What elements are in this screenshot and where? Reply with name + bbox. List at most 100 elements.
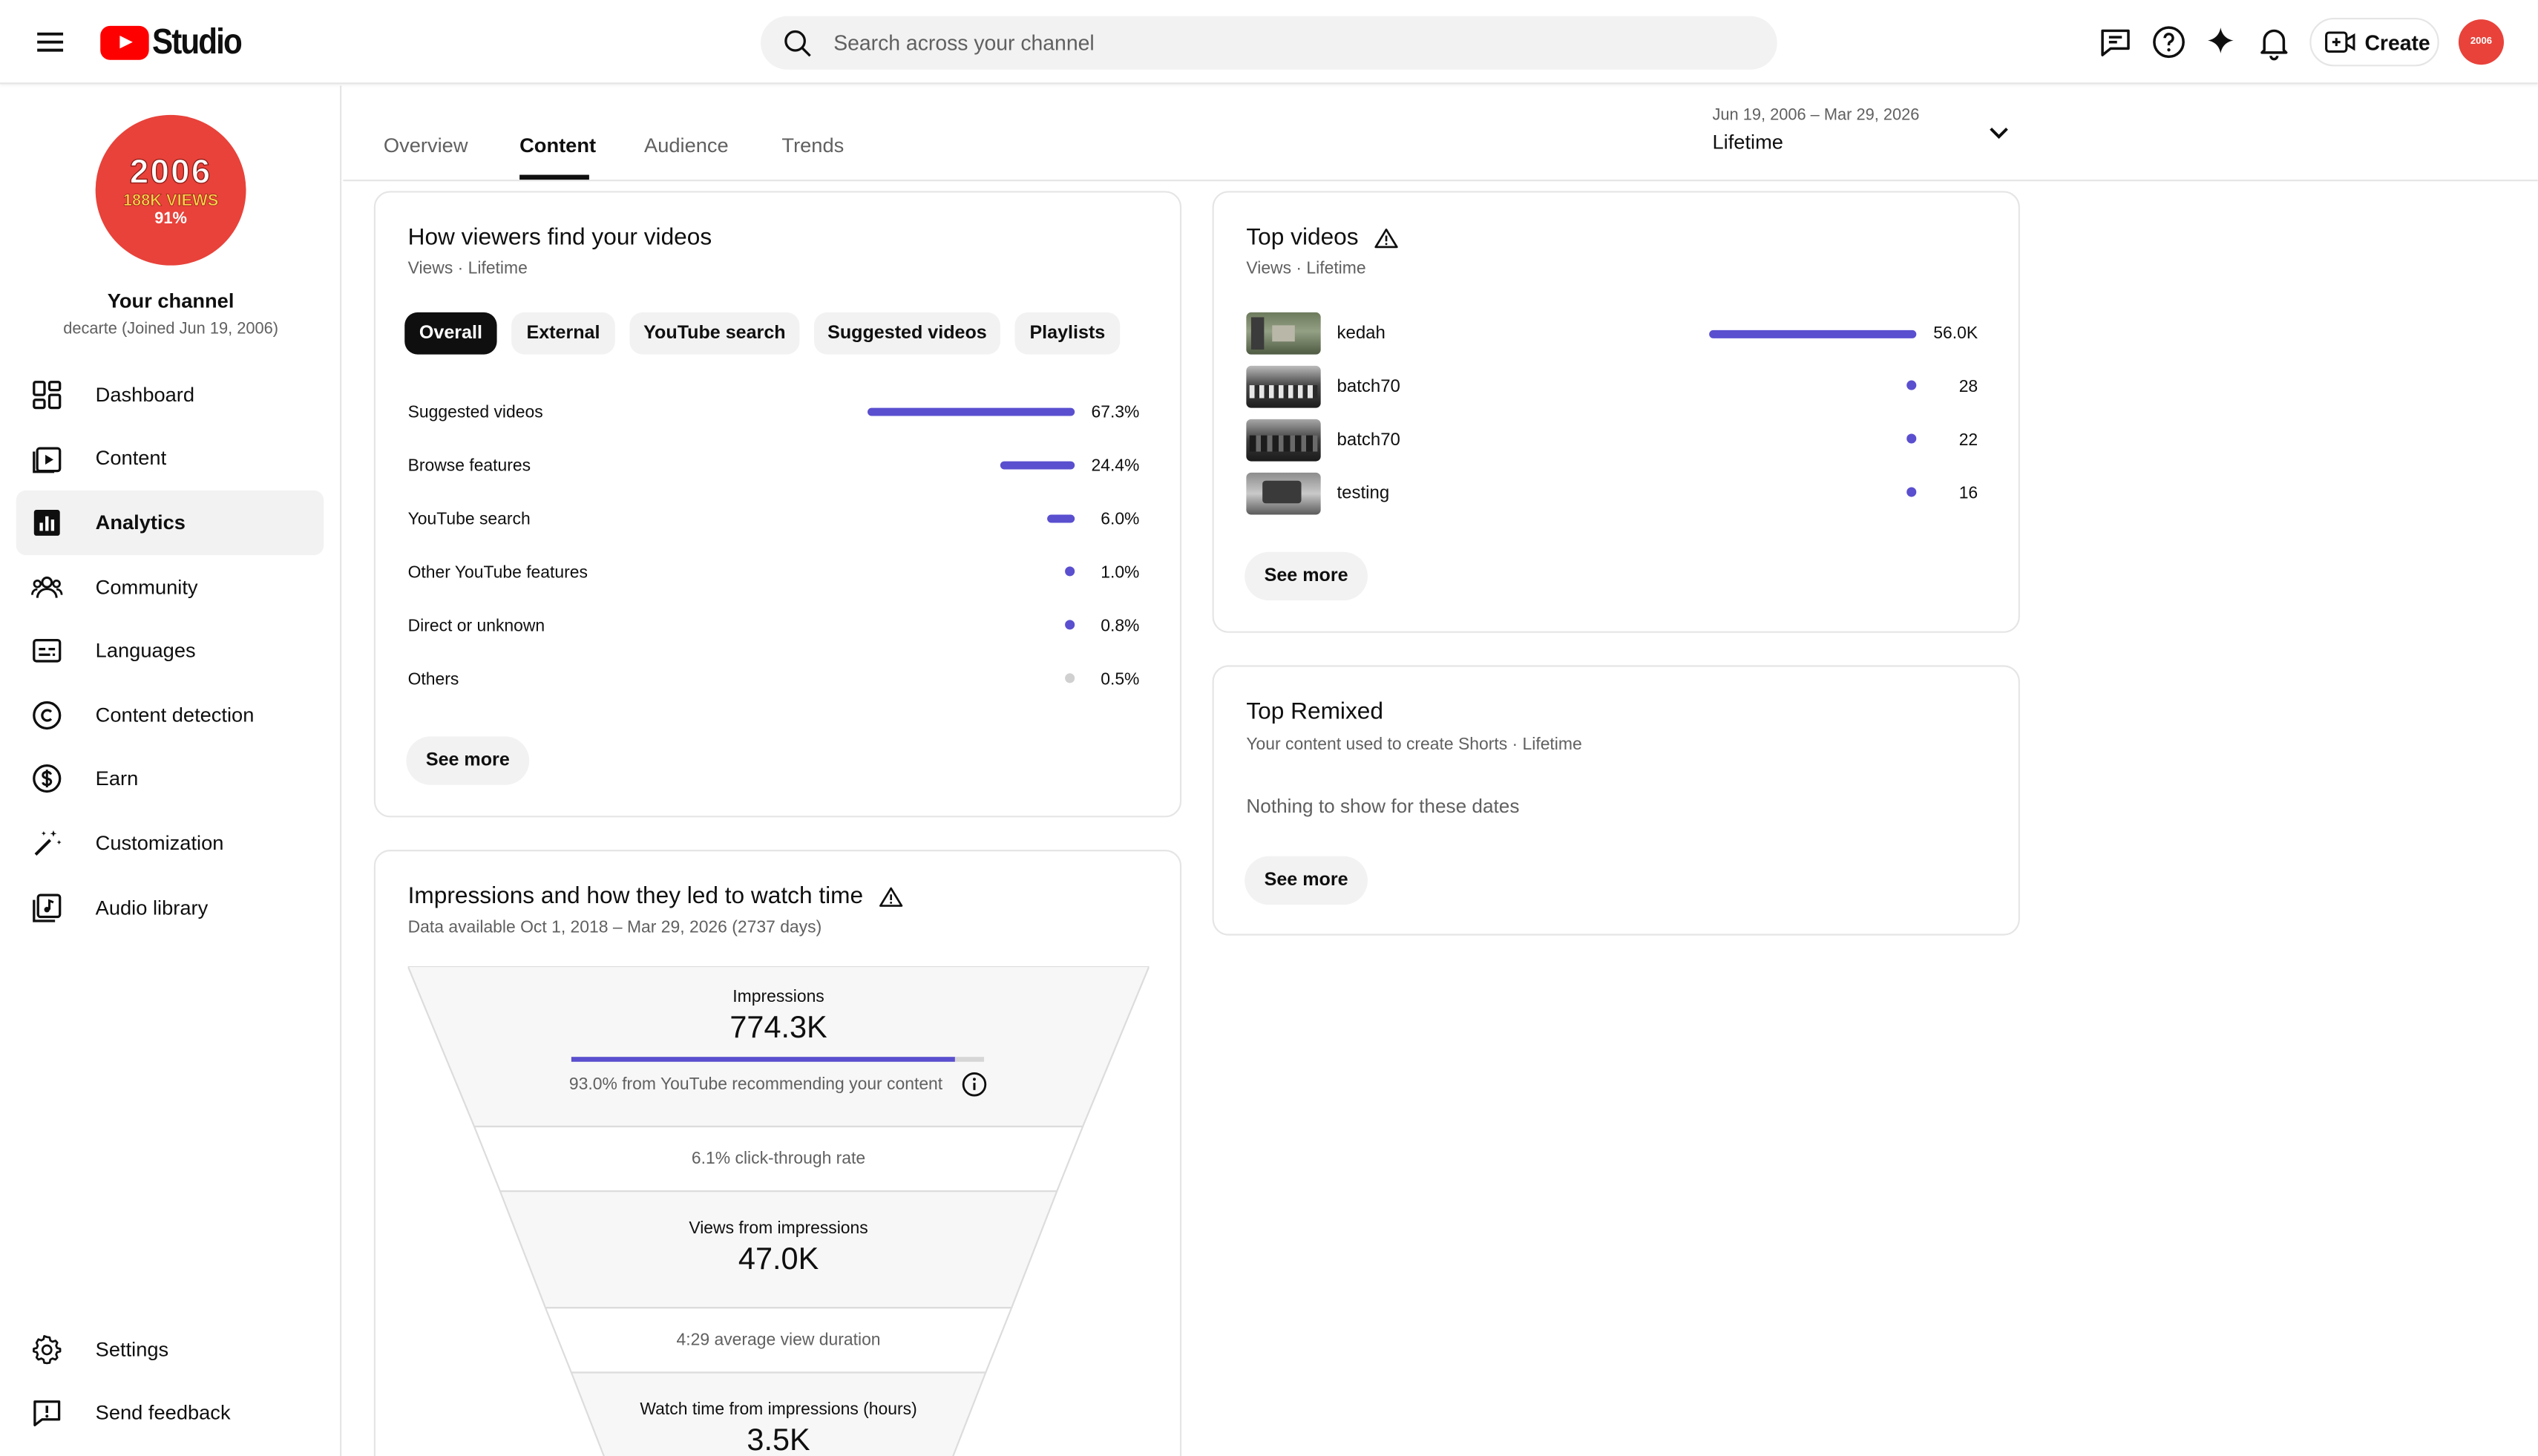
sidebar-item-dashboard[interactable]: Dashboard	[16, 363, 324, 427]
chevron-down-icon[interactable]	[1984, 118, 2013, 155]
video-thumbnail[interactable]	[1246, 365, 1321, 408]
search-input[interactable]	[833, 30, 1708, 56]
sidebar-item-label: Earn	[95, 767, 139, 791]
ideas-feedback-icon[interactable]	[2096, 23, 2134, 62]
dashboard-icon	[30, 378, 63, 411]
video-thumbnail[interactable]	[1246, 472, 1321, 515]
menu-icon[interactable]	[30, 23, 69, 62]
impressions-funnel: Impressions 774.3K 93.0% from YouTube re…	[407, 966, 1150, 1456]
tab-content[interactable]: Content	[519, 134, 596, 157]
date-range-label[interactable]: Lifetime	[1712, 131, 1783, 154]
video-title[interactable]: testing	[1337, 484, 1390, 503]
filter-playlists[interactable]: Playlists	[1014, 312, 1121, 355]
views-value: 47.0K	[738, 1243, 819, 1277]
video-title[interactable]: kedah	[1337, 324, 1386, 343]
traffic-see-more-button[interactable]: See more	[406, 736, 530, 785]
info-icon[interactable]	[962, 1072, 988, 1098]
create-label: Create	[2364, 30, 2430, 55]
top-bar: Studio Create 2006	[0, 0, 2538, 85]
active-tab-indicator	[519, 174, 589, 180]
sidebar-item-analytics[interactable]: Analytics	[16, 491, 324, 555]
top-remixed-subtitle: Your content used to create Shorts · Lif…	[1246, 735, 1582, 755]
impressions-progress	[571, 1057, 985, 1062]
warning-icon[interactable]	[1374, 226, 1399, 249]
tab-audience[interactable]: Audience	[644, 134, 729, 157]
logo-text: Studio	[152, 21, 243, 62]
traffic-row-label: Suggested videos	[407, 403, 543, 423]
sidebar-item-languages[interactable]: Languages	[16, 619, 324, 683]
sidebar-bottom-nav: Settings Send feedback	[16, 1317, 324, 1446]
impressions-label: Impressions	[732, 987, 824, 1007]
traffic-sources-subtitle: Views · Lifetime	[407, 258, 528, 279]
impressions-value: 774.3K	[729, 1011, 827, 1046]
channel-avatar-pct: 91%	[154, 209, 187, 228]
account-avatar[interactable]: 2006	[2458, 19, 2505, 65]
traffic-sources-title-text: How viewers find your videos	[407, 225, 712, 252]
create-video-icon	[2325, 31, 2355, 53]
top-remixed-card: Top Remixed Your content used to create …	[1212, 665, 2020, 936]
funnel-subtitle: Data available Oct 1, 2018 – Mar 29, 202…	[407, 917, 822, 937]
channel-name: Your channel	[107, 289, 235, 312]
tab-trends[interactable]: Trends	[781, 134, 844, 157]
sidebar-item-audio-library[interactable]: Audio library	[16, 875, 324, 939]
date-range-text[interactable]: Jun 19, 2006 – Mar 29, 2026	[1712, 107, 1919, 125]
traffic-row-label: YouTube search	[407, 510, 531, 530]
filter-overall[interactable]: Overall	[404, 312, 497, 355]
sparkle-icon[interactable]	[2201, 23, 2240, 62]
youtube-logo-icon	[100, 24, 149, 59]
impressions-note: 93.0% from YouTube recommending your con…	[408, 1072, 1150, 1098]
avg-duration-text: 4:29 average view duration	[676, 1330, 881, 1350]
traffic-row-label: Browse features	[407, 456, 531, 476]
video-title[interactable]: batch70	[1337, 430, 1400, 450]
sidebar-item-community[interactable]: Community	[16, 555, 324, 619]
filter-youtube-search[interactable]: YouTube search	[629, 312, 800, 355]
ctr-text: 6.1% click-through rate	[691, 1149, 866, 1169]
traffic-sources-title: How viewers find your videos	[408, 225, 712, 251]
tab-overview[interactable]: Overview	[384, 134, 468, 157]
search-bar[interactable]	[761, 16, 1777, 70]
video-thumbnail[interactable]	[1246, 312, 1321, 355]
traffic-row-value: 0.5%	[1101, 669, 1140, 690]
sidebar-item-send-feedback[interactable]: Send feedback	[16, 1382, 324, 1446]
video-views-bar	[1709, 329, 1917, 338]
studio-logo[interactable]: Studio	[100, 21, 253, 63]
help-icon[interactable]	[2149, 23, 2188, 62]
sidebar-item-content[interactable]: Content	[16, 427, 324, 491]
video-views-value: 56.0K	[1933, 324, 1978, 344]
account-avatar-text: 2006	[2470, 37, 2493, 47]
channel-avatar-year: 2006	[129, 152, 212, 191]
languages-icon	[30, 634, 63, 667]
top-videos-subtitle: Views · Lifetime	[1246, 258, 1366, 279]
video-views-value: 28	[1958, 377, 1978, 397]
sidebar-item-label: Dashboard	[95, 383, 195, 406]
traffic-row-value: 67.3%	[1091, 403, 1140, 423]
sidebar-item-label: Analytics	[95, 511, 186, 534]
notifications-icon[interactable]	[2255, 23, 2293, 62]
channel-handle: decarte (Joined Jun 19, 2006)	[63, 320, 278, 338]
filter-suggested-videos[interactable]: Suggested videos	[814, 312, 1000, 355]
warning-icon[interactable]	[879, 885, 904, 908]
sidebar: 2006 188K VIEWS 91% Your channel decarte…	[0, 85, 342, 1456]
traffic-row-label: Direct or unknown	[407, 616, 545, 637]
watch-time-value: 3.5K	[747, 1424, 810, 1456]
video-thumbnail[interactable]	[1246, 419, 1321, 462]
sidebar-item-content-detection[interactable]: Content detection	[16, 683, 324, 747]
copyright-icon	[30, 699, 63, 732]
filter-external[interactable]: External	[511, 312, 615, 355]
traffic-row-value: 1.0%	[1101, 563, 1140, 583]
traffic-row-bar	[868, 407, 1075, 416]
traffic-row-label: Others	[407, 669, 459, 690]
video-title[interactable]: batch70	[1337, 377, 1400, 396]
top-videos-see-more-button[interactable]: See more	[1245, 551, 1368, 601]
analytics-tabs: Overview Content Audience Trends Jun 19,…	[343, 85, 2538, 182]
funnel-title: Impressions and how they led to watch ti…	[408, 884, 904, 910]
create-button[interactable]: Create	[2309, 17, 2439, 67]
sidebar-item-settings[interactable]: Settings	[16, 1317, 324, 1381]
top-remixed-see-more-button[interactable]: See more	[1245, 856, 1368, 905]
channel-avatar[interactable]: 2006 188K VIEWS 91%	[95, 114, 246, 266]
sidebar-item-label: Settings	[95, 1338, 169, 1361]
traffic-row-value: 6.0%	[1101, 510, 1140, 530]
sidebar-item-earn[interactable]: Earn	[16, 747, 324, 811]
watch-time-label: Watch time from impressions (hours)	[640, 1400, 917, 1420]
sidebar-item-customization[interactable]: Customization	[16, 811, 324, 875]
